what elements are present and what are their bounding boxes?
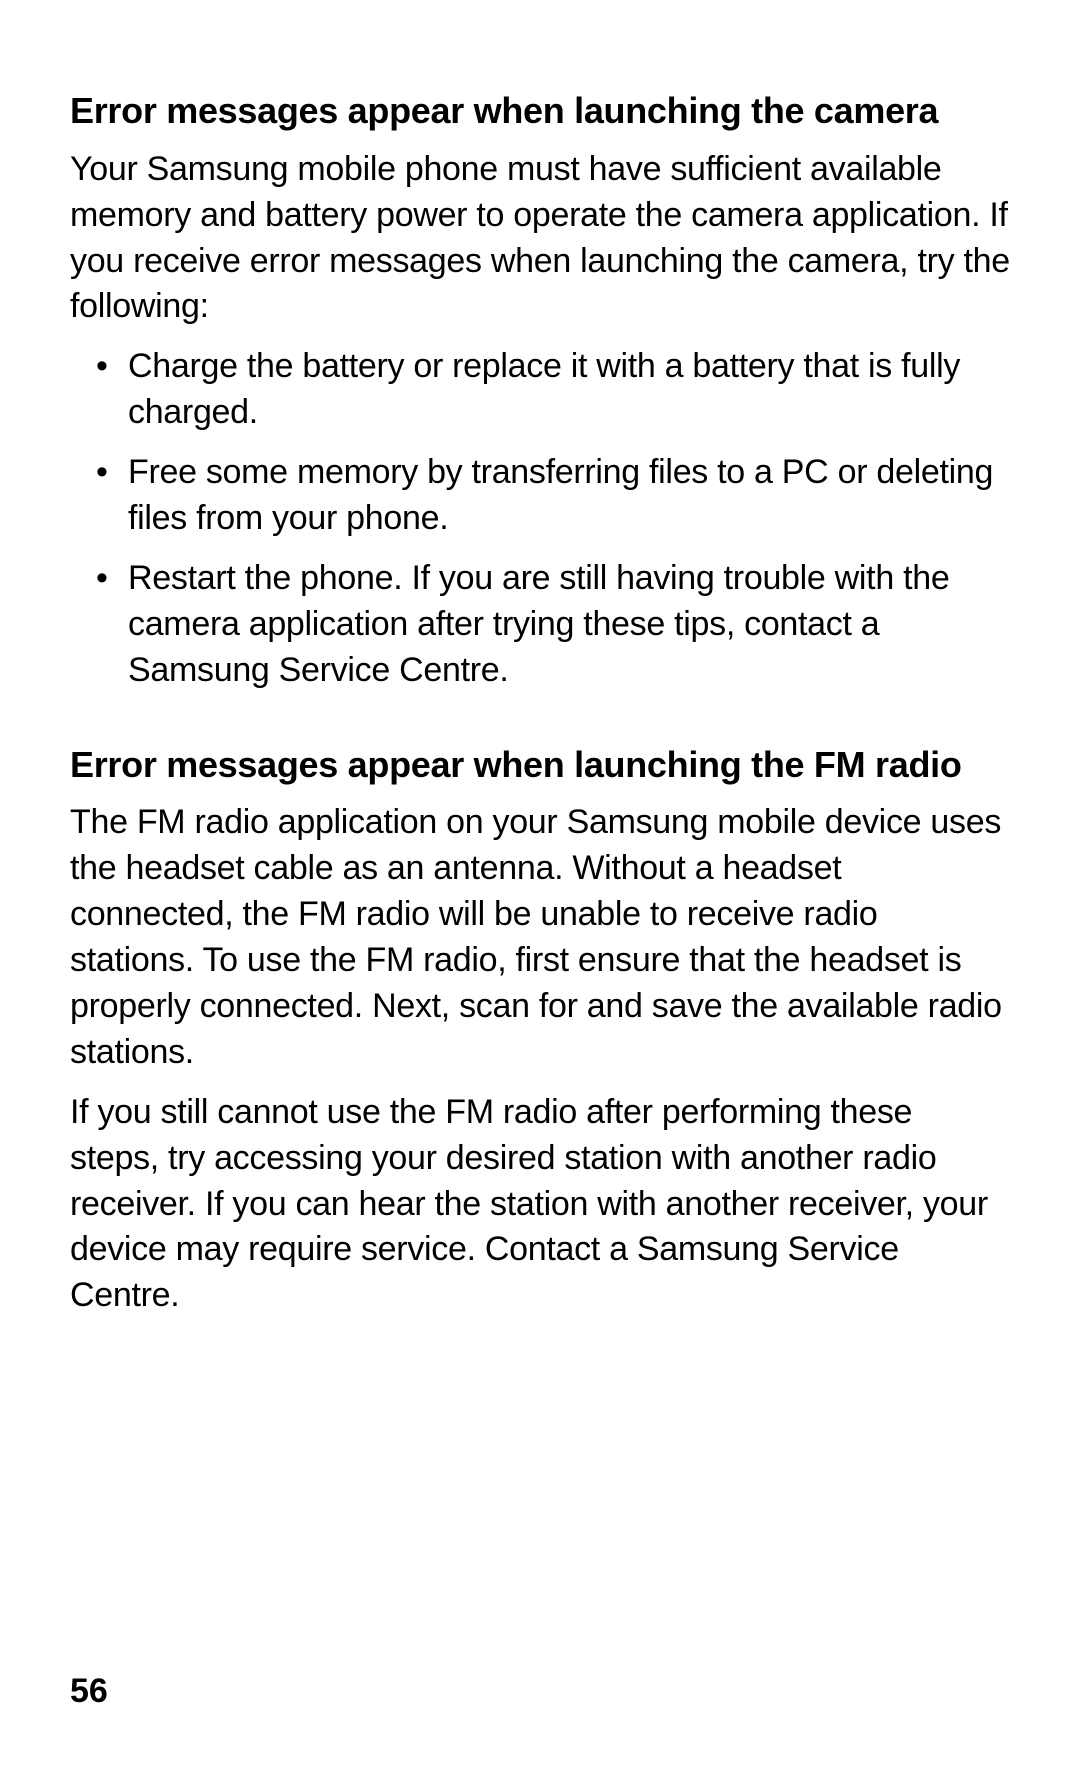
list-item: Charge the battery or replace it with a … — [70, 344, 1010, 436]
section-heading: Error messages appear when launching the… — [70, 742, 1010, 789]
document-page: Error messages appear when launching the… — [0, 0, 1080, 1771]
section-paragraph: If you still cannot use the FM radio aft… — [70, 1090, 1010, 1319]
section-camera-errors: Error messages appear when launching the… — [70, 88, 1010, 694]
section-fm-radio-errors: Error messages appear when launching the… — [70, 742, 1010, 1320]
page-number: 56 — [70, 1672, 108, 1711]
bullet-list: Charge the battery or replace it with a … — [70, 344, 1010, 693]
section-paragraph: The FM radio application on your Samsung… — [70, 800, 1010, 1075]
list-item: Restart the phone. If you are still havi… — [70, 556, 1010, 694]
list-item: Free some memory by transferring files t… — [70, 450, 1010, 542]
section-intro: Your Samsung mobile phone must have suff… — [70, 147, 1010, 331]
section-heading: Error messages appear when launching the… — [70, 88, 1010, 135]
